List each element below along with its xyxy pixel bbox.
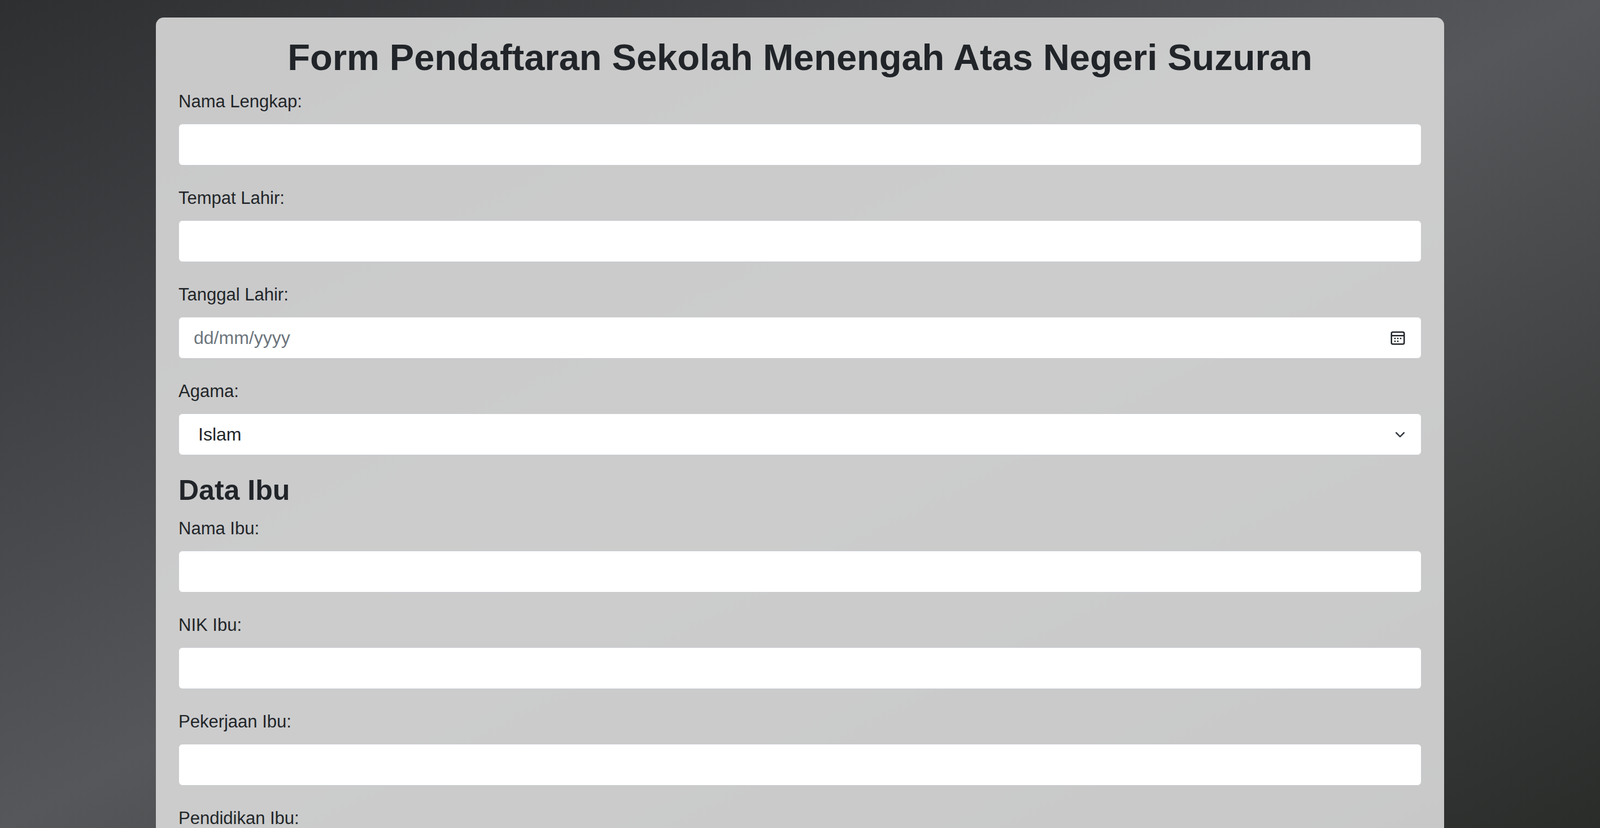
field-label: Pekerjaan Ibu: — [178, 711, 1422, 732]
text-input[interactable] — [178, 550, 1422, 593]
field-label: Tempat Lahir: — [178, 188, 1422, 209]
form-field: Nama Lengkap: — [178, 91, 1422, 166]
chevron-down-icon — [1393, 428, 1407, 441]
field-label: Pendidikan Ibu: — [178, 808, 1422, 828]
field-label: Tanggal Lahir: — [178, 284, 1422, 305]
form-field: Tanggal Lahir: — [178, 284, 1422, 359]
form-field: Tempat Lahir: — [178, 188, 1422, 263]
field-label: Nama Lengkap: — [178, 91, 1422, 112]
date-text[interactable] — [193, 324, 1390, 352]
background-photo: Form Pendaftaran Sekolah Menengah Atas N… — [0, 0, 1600, 828]
field-label: Nama Ibu: — [178, 518, 1422, 539]
section-heading: Data Ibu — [178, 473, 1422, 508]
date-input[interactable] — [178, 316, 1422, 359]
form-field: Nama Ibu: — [178, 518, 1422, 593]
form-field: NIK Ibu: — [178, 615, 1422, 690]
select-input[interactable]: Islam — [178, 413, 1422, 456]
form-field: Agama: Islam — [178, 381, 1422, 456]
text-input[interactable] — [178, 647, 1422, 690]
text-input[interactable] — [178, 220, 1422, 263]
form-field: Pekerjaan Ibu: — [178, 711, 1422, 786]
field-label: Agama: — [178, 381, 1422, 402]
text-input[interactable] — [178, 743, 1422, 786]
text-input[interactable] — [178, 123, 1422, 166]
form-field: Pendidikan Ibu: — [178, 808, 1422, 828]
form-card: Form Pendaftaran Sekolah Menengah Atas N… — [155, 17, 1445, 828]
select-value: Islam — [198, 420, 242, 448]
form-title: Form Pendaftaran Sekolah Menengah Atas N… — [178, 35, 1422, 80]
field-label: NIK Ibu: — [178, 615, 1422, 636]
calendar-icon[interactable] — [1389, 329, 1407, 347]
